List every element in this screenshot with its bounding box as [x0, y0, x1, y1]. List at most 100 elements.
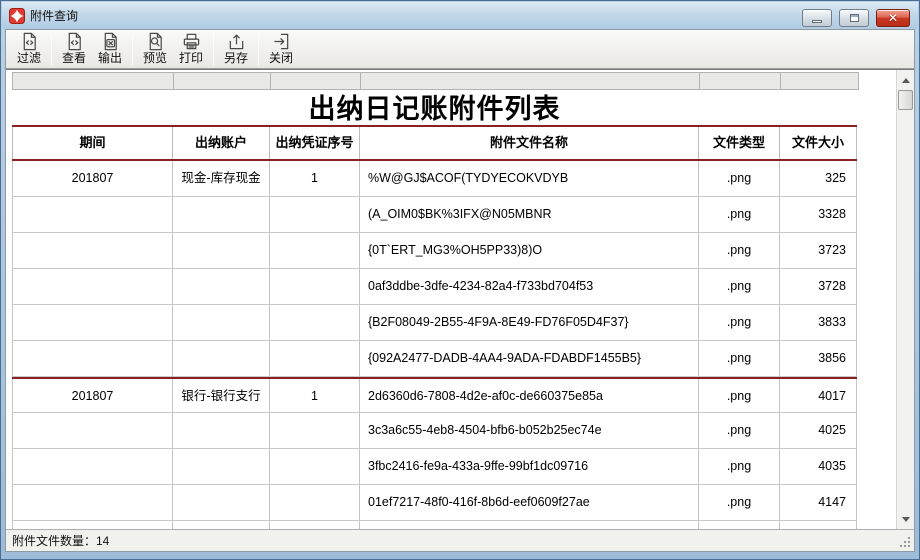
filter-button[interactable]: 过滤 — [11, 31, 47, 68]
cell-account — [173, 485, 270, 520]
table-row[interactable]: {0T`ERT_MG3%OH5PP33)8)O .png 3723 — [12, 233, 857, 269]
band-cell — [700, 73, 781, 89]
preview-icon — [146, 32, 165, 51]
maximize-icon — [850, 14, 859, 22]
cell-file-type: .png — [699, 379, 780, 412]
table-row[interactable]: (A_OIM0$BK%3IFX@N05MBNR .png 3328 — [12, 197, 857, 233]
cell-file-name: %W@GJ$ACOF(TYDYECOKVDYB — [360, 161, 699, 196]
attachment-count-text: 附件文件数量：14 — [12, 532, 109, 549]
export-excel-icon — [101, 32, 120, 51]
cell-voucher-no — [270, 269, 360, 304]
cell-file-name: 0af3ddbe-3dfe-4234-82a4-f733bd704f53 — [360, 269, 699, 304]
table-row[interactable]: 3c3a6c55-4eb8-4504-bfb6-b052b25ec74e .pn… — [12, 413, 857, 449]
cell-period — [12, 305, 173, 340]
cell-file-size: 3728 — [780, 269, 857, 304]
cell-voucher-no — [270, 305, 360, 340]
cell-file-size: 3328 — [780, 197, 857, 232]
band-cell — [361, 73, 700, 89]
titlebar[interactable]: 附件查询 ✕ — [2, 2, 918, 29]
report-title: 出纳日记账附件列表 — [12, 90, 857, 125]
table-row-clipped[interactable] — [12, 521, 857, 529]
scroll-up-button[interactable] — [898, 72, 914, 88]
cell-file-size: 4035 — [780, 449, 857, 484]
app-logo-icon — [9, 8, 25, 24]
cell-file-type: .png — [699, 305, 780, 340]
arrow-up-icon — [902, 78, 910, 83]
cell-account — [173, 521, 270, 529]
cell-period — [12, 449, 173, 484]
cell-account — [173, 413, 270, 448]
scrollbar-thumb[interactable] — [898, 90, 913, 110]
table-row[interactable]: 3fbc2416-fe9a-433a-9ffe-99bf1dc09716 .pn… — [12, 449, 857, 485]
cell-period — [12, 485, 173, 520]
table-header-row: 期间 出纳账户 出纳凭证序号 附件文件名称 文件类型 文件大小 — [12, 125, 857, 161]
table-row[interactable]: {B2F08049-2B55-4F9A-8E49-FD76F05D4F37} .… — [12, 305, 857, 341]
cell-file-name: 01ef7217-48f0-416f-8b6d-eef0609f27ae — [360, 485, 699, 520]
cell-voucher-no — [270, 413, 360, 448]
column-header: 文件类型 — [699, 127, 780, 159]
cell-file-size — [780, 521, 857, 529]
vertical-scrollbar[interactable] — [896, 70, 914, 529]
minimize-button[interactable] — [802, 9, 832, 27]
table-row[interactable]: 201807 银行-银行支行 1 2d6360d6-7808-4d2e-af0c… — [12, 377, 857, 413]
cell-account — [173, 341, 270, 376]
table-row[interactable]: 201807 现金-库存现金 1 %W@GJ$ACOF(TYDYECOKVDYB… — [12, 161, 857, 197]
cell-account: 现金-库存现金 — [173, 161, 270, 196]
maximize-button[interactable] — [839, 9, 869, 27]
table-row[interactable]: {092A2477-DADB-4AA4-9ADA-FDABDF1455B5} .… — [12, 341, 857, 377]
report-view: 出纳日记账附件列表 期间 出纳账户 出纳凭证序号 附件文件名称 文件类型 文件大… — [6, 69, 914, 529]
table-row[interactable]: 01ef7217-48f0-416f-8b6d-eef0609f27ae .pn… — [12, 485, 857, 521]
cell-account — [173, 269, 270, 304]
cell-voucher-no — [270, 485, 360, 520]
preview-button[interactable]: 预览 — [137, 31, 173, 68]
cell-voucher-no — [270, 449, 360, 484]
cell-file-type: .png — [699, 485, 780, 520]
cell-file-size: 3856 — [780, 341, 857, 376]
band-cell — [271, 73, 361, 89]
cell-file-type: .png — [699, 413, 780, 448]
band-cell — [781, 73, 858, 89]
toolbar-separator — [132, 34, 133, 65]
toolbar-button-label: 关闭 — [269, 51, 293, 65]
cell-period — [12, 521, 173, 529]
cell-account — [173, 305, 270, 340]
cell-file-type — [699, 521, 780, 529]
cell-period — [12, 269, 173, 304]
cell-file-name: 3c3a6c55-4eb8-4504-bfb6-b052b25ec74e — [360, 413, 699, 448]
table-row[interactable]: 0af3ddbe-3dfe-4234-82a4-f733bd704f53 .pn… — [12, 269, 857, 305]
close-tool-button[interactable]: 关闭 — [263, 31, 299, 68]
close-button[interactable]: ✕ — [876, 9, 910, 27]
cell-file-name: 2d6360d6-7808-4d2e-af0c-de660375e85a — [360, 379, 699, 412]
print-button[interactable]: 打印 — [173, 31, 209, 68]
scroll-down-button[interactable] — [898, 511, 914, 527]
save-as-button[interactable]: 另存 — [218, 31, 254, 68]
status-bar: 附件文件数量：14 — [6, 529, 914, 551]
save-as-icon — [227, 32, 246, 51]
resize-grip[interactable] — [900, 537, 912, 549]
view-doc-icon — [65, 32, 84, 51]
cell-file-type: .png — [699, 269, 780, 304]
column-header: 附件文件名称 — [360, 127, 699, 159]
close-icon: ✕ — [888, 12, 898, 24]
app-window: 附件查询 ✕ 过滤 查看 — [0, 0, 920, 560]
cell-file-size: 3723 — [780, 233, 857, 268]
cell-file-type: .png — [699, 197, 780, 232]
cell-account — [173, 197, 270, 232]
column-header: 期间 — [12, 127, 173, 159]
cell-voucher-no: 1 — [270, 161, 360, 196]
toolbar: 过滤 查看 输出 — [6, 30, 914, 69]
column-header: 出纳账户 — [173, 127, 270, 159]
toolbar-button-label: 查看 — [62, 51, 86, 65]
view-button[interactable]: 查看 — [56, 31, 92, 68]
cell-period — [12, 233, 173, 268]
filter-doc-icon — [20, 32, 39, 51]
output-button[interactable]: 输出 — [92, 31, 128, 68]
client-area: 过滤 查看 输出 — [5, 29, 915, 552]
print-icon — [182, 32, 201, 51]
cell-account — [173, 233, 270, 268]
band-cell — [13, 73, 174, 89]
minimize-icon — [812, 20, 822, 23]
cell-voucher-no — [270, 341, 360, 376]
cell-period — [12, 197, 173, 232]
cell-file-name: {0T`ERT_MG3%OH5PP33)8)O — [360, 233, 699, 268]
